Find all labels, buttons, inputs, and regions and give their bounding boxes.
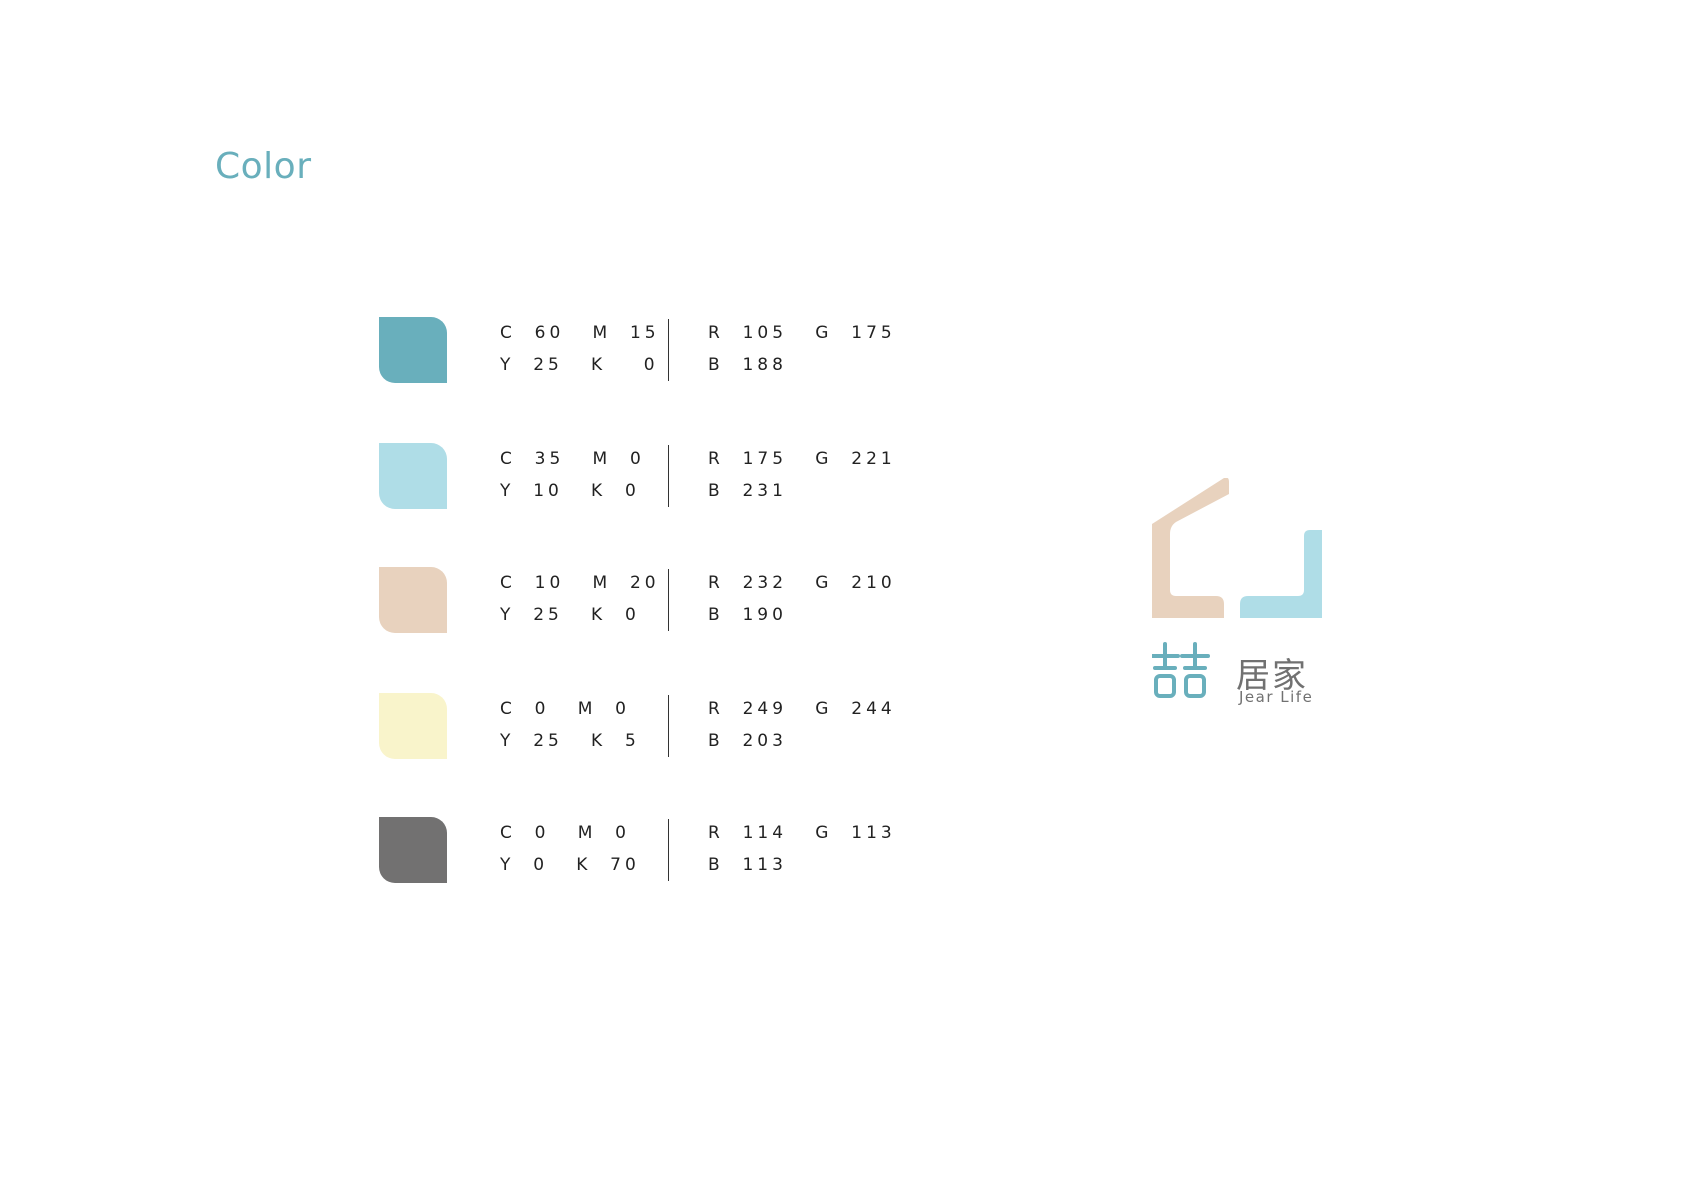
rgb-line: R 105 G 175 — [708, 323, 896, 343]
cmyk-line: C 0 M 0 — [500, 699, 630, 719]
color-swatch-row: C 10 M 20 Y 25 K 0 R 232 G 210 B 190 — [379, 567, 939, 633]
cmyk-line: C 35 M 0 — [500, 449, 645, 469]
rgb-line: R 175 G 221 — [708, 449, 896, 469]
cmyk-line: C 10 M 20 — [500, 573, 660, 593]
cmyk-line: C 60 M 15 — [500, 323, 660, 343]
rgb-line: B 113 — [708, 855, 787, 875]
cmyk-values: C 10 M 20 Y 25 K 0 — [500, 567, 660, 631]
cmyk-line: Y 0 K 70 — [500, 855, 640, 875]
color-chip — [379, 817, 447, 883]
logo-corner-blue — [1240, 530, 1322, 618]
brand-logo: 居家 Jear Life — [1150, 477, 1322, 710]
rgb-values: R 249 G 244 B 203 — [708, 693, 896, 757]
color-chip — [379, 443, 447, 509]
divider — [668, 569, 669, 631]
rgb-values: R 175 G 221 B 231 — [708, 443, 896, 507]
logo-house-beige — [1152, 477, 1229, 618]
logo-teal-character — [1150, 642, 1210, 698]
color-chip — [379, 693, 447, 759]
rgb-line: B 190 — [708, 605, 787, 625]
logo-name-en: Jear Life — [1239, 688, 1314, 706]
cmyk-values: C 0 M 0 Y 0 K 70 — [500, 817, 640, 881]
cmyk-line: Y 25 K 5 — [500, 731, 640, 751]
color-swatch-row: C 35 M 0 Y 10 K 0 R 175 G 221 B 231 — [379, 443, 939, 509]
color-chip — [379, 567, 447, 633]
rgb-values: R 232 G 210 B 190 — [708, 567, 896, 631]
divider — [668, 319, 669, 381]
cmyk-values: C 35 M 0 Y 10 K 0 — [500, 443, 645, 507]
rgb-line: B 188 — [708, 355, 787, 375]
cmyk-line: Y 10 K 0 — [500, 481, 640, 501]
rgb-line: R 232 G 210 — [708, 573, 896, 593]
cmyk-values: C 0 M 0 Y 25 K 5 — [500, 693, 640, 757]
color-swatch-row: C 0 M 0 Y 0 K 70 R 114 G 113 B 113 — [379, 817, 939, 883]
rgb-values: R 105 G 175 B 188 — [708, 317, 896, 381]
cmyk-line: C 0 M 0 — [500, 823, 630, 843]
cmyk-line: Y 25 K 0 — [500, 605, 640, 625]
color-swatch-row: C 0 M 0 Y 25 K 5 R 249 G 244 B 203 — [379, 693, 939, 759]
divider — [668, 445, 669, 507]
divider — [668, 695, 669, 757]
color-chip — [379, 317, 447, 383]
page-title: Color — [215, 146, 312, 187]
rgb-line: R 114 G 113 — [708, 823, 896, 843]
cmyk-line: Y 25 K 0 — [500, 355, 659, 375]
cmyk-values: C 60 M 15 Y 25 K 0 — [500, 317, 660, 381]
rgb-values: R 114 G 113 B 113 — [708, 817, 896, 881]
color-swatch-row: C 60 M 15 Y 25 K 0 R 105 G 175 B 188 — [379, 317, 939, 383]
rgb-line: R 249 G 244 — [708, 699, 896, 719]
rgb-line: B 231 — [708, 481, 787, 501]
rgb-line: B 203 — [708, 731, 787, 751]
divider — [668, 819, 669, 881]
